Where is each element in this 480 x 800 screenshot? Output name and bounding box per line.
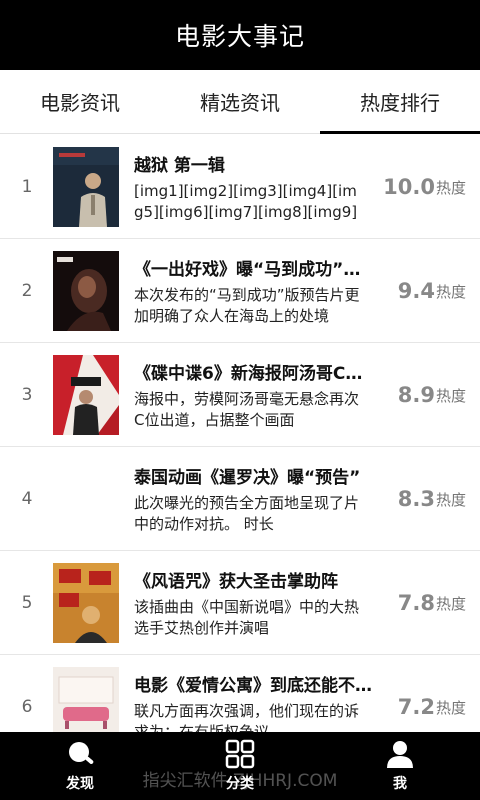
tab-hot-ranking[interactable]: 热度排行 xyxy=(320,70,480,134)
heat-score: 7.8 热度 xyxy=(398,551,466,655)
list-item[interactable]: 5 《风语咒》获大圣击掌助阵 该插曲由《中国新说唱》中的大热选手艾热创作并演唱 … xyxy=(0,551,480,655)
rank-number: 1 xyxy=(21,177,33,197)
poster-thumbnail xyxy=(53,147,119,227)
rank-number: 2 xyxy=(21,281,33,301)
nav-me[interactable]: 我 xyxy=(320,732,480,800)
tab-movie-news[interactable]: 电影资讯 xyxy=(0,70,160,133)
item-title: 《碟中谍6》新海报阿汤哥C位出道 xyxy=(134,364,374,384)
poster-thumbnail xyxy=(53,667,119,732)
tab-featured-news[interactable]: 精选资讯 xyxy=(160,70,320,133)
heat-unit: 热度 xyxy=(435,490,466,509)
heat-unit: 热度 xyxy=(435,282,466,301)
heat-score: 7.2 热度 xyxy=(398,655,466,732)
heat-unit: 热度 xyxy=(435,178,466,197)
item-summary: 本次发布的“马到成功”版预告片更加明确了众人在海岛上的处境 xyxy=(134,286,360,325)
item-title: 《风语咒》获大圣击掌助阵 xyxy=(134,572,338,592)
heat-score: 9.4 热度 xyxy=(398,239,466,343)
item-title: 电影《爱情公寓》到底还能不能看 xyxy=(134,676,374,696)
rank-number: 3 xyxy=(21,385,33,405)
item-title: 《一出好戏》曝“马到成功”版预告 xyxy=(134,260,374,280)
list-item[interactable]: 3 《碟中谍6》新海报阿汤哥C位出道 海报中，劳模阿汤哥毫无悬念再次C位出道，占… xyxy=(0,343,480,447)
heat-unit: 热度 xyxy=(435,698,466,717)
item-summary: 此次曝光的预告全方面地呈现了片中的动作对抗。 时长 xyxy=(134,494,360,533)
user-icon xyxy=(387,741,413,768)
poster-thumbnail xyxy=(53,251,119,331)
heat-value: 7.8 xyxy=(397,591,435,615)
item-title: 越狱 第一辑 xyxy=(134,156,225,176)
heat-unit: 热度 xyxy=(435,386,466,405)
tab-bar: 电影资讯 精选资讯 热度排行 xyxy=(0,70,480,134)
heat-unit: 热度 xyxy=(435,594,466,613)
nav-discover[interactable]: 发现 xyxy=(0,732,160,800)
heat-score: 8.9 热度 xyxy=(398,343,466,447)
heat-value: 8.3 xyxy=(397,487,435,511)
bottom-navigation: 发现 分类 我 xyxy=(0,732,480,800)
heat-score: 8.3 热度 xyxy=(398,447,466,551)
poster-thumbnail xyxy=(53,563,119,643)
item-summary: 联凡方面再次强调，他们现在的诉求为：在有版权争议 xyxy=(134,702,360,732)
app-title-bar: 电影大事记 xyxy=(0,0,480,70)
heat-value: 10.0 xyxy=(383,175,435,199)
rank-number: 4 xyxy=(21,489,33,509)
item-summary: 海报中，劳模阿汤哥毫无悬念再次C位出道，占据整个画面 xyxy=(134,390,360,429)
grid-icon xyxy=(225,739,255,769)
page-title: 电影大事记 xyxy=(174,22,305,51)
item-summary: [img1][img2][img3][img4][img5][img6][img… xyxy=(134,182,358,221)
list-item[interactable]: 6 电影《爱情公寓》到底还能不能看 联凡方面再次强调，他们现在的诉求为：在有版权… xyxy=(0,655,480,732)
list-item[interactable]: 1 越狱 第一辑 [img1][img2][img3][img4][img5][… xyxy=(0,135,480,239)
heat-score: 10.0 热度 xyxy=(383,135,466,239)
ranking-list: 1 越狱 第一辑 [img1][img2][img3][img4][img5][… xyxy=(0,135,480,732)
nav-category-label: 分类 xyxy=(226,776,254,792)
heat-value: 9.4 xyxy=(397,279,435,303)
rank-number: 6 xyxy=(21,697,33,717)
list-item[interactable]: 4 泰国动画《暹罗决》曝“预告” 此次曝光的预告全方面地呈现了片中的动作对抗。 … xyxy=(0,447,480,551)
nav-discover-label: 发现 xyxy=(66,776,94,792)
search-icon xyxy=(69,742,94,764)
heat-value: 8.9 xyxy=(397,383,435,407)
heat-value: 7.2 xyxy=(397,695,435,719)
rank-number: 5 xyxy=(21,593,33,613)
list-item[interactable]: 2 《一出好戏》曝“马到成功”版预告 本次发布的“马到成功”版预告片更加明确了众… xyxy=(0,239,480,343)
item-summary: 该插曲由《中国新说唱》中的大热选手艾热创作并演唱 xyxy=(134,598,360,637)
nav-category[interactable]: 分类 xyxy=(160,732,320,800)
poster-thumbnail xyxy=(53,355,119,435)
nav-me-label: 我 xyxy=(393,776,407,792)
item-title: 泰国动画《暹罗决》曝“预告” xyxy=(134,468,361,488)
